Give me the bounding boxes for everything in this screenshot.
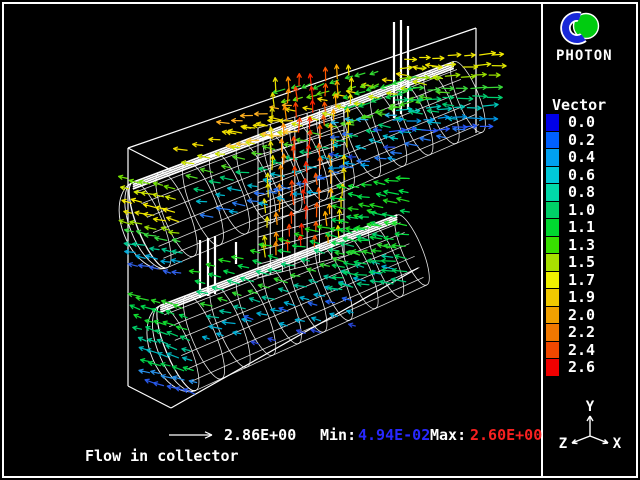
legend-value: 1.1 bbox=[568, 219, 595, 236]
legend-title: Vector bbox=[552, 96, 606, 114]
legend-swatch bbox=[546, 184, 559, 201]
legend-value: 1.0 bbox=[568, 202, 595, 219]
legend-swatch bbox=[546, 254, 559, 271]
legend-swatch bbox=[546, 167, 559, 184]
reference-arrow-icon bbox=[168, 429, 218, 441]
legend-value: 0.6 bbox=[568, 167, 595, 184]
axis-y-label: Y bbox=[586, 399, 595, 415]
legend-value: 1.9 bbox=[568, 289, 595, 306]
max-value: 2.60E+00 bbox=[470, 427, 542, 443]
axis-z-label: Z bbox=[559, 436, 567, 452]
legend-swatch bbox=[546, 237, 559, 254]
legend-value: 0.0 bbox=[568, 114, 595, 131]
legend-value: 1.3 bbox=[568, 237, 595, 254]
max-label: Max: bbox=[430, 427, 466, 443]
legend-row: 1.0 bbox=[546, 202, 595, 220]
legend-swatch bbox=[546, 359, 559, 376]
legend-value: 0.4 bbox=[568, 149, 595, 166]
legend-value: 2.6 bbox=[568, 359, 595, 376]
axis-triad-icon: Y Z X bbox=[548, 392, 632, 452]
legend-row: 1.1 bbox=[546, 219, 595, 237]
legend-swatch bbox=[546, 149, 559, 166]
legend-row: 0.4 bbox=[546, 149, 595, 167]
legend-swatch bbox=[546, 342, 559, 359]
vector-legend: 0.00.20.40.60.81.01.11.31.51.71.92.02.22… bbox=[546, 114, 595, 377]
legend-swatch bbox=[546, 307, 559, 324]
legend-value: 0.2 bbox=[568, 132, 595, 149]
legend-row: 1.9 bbox=[546, 289, 595, 307]
logo-label: PHOTON bbox=[556, 48, 613, 64]
reference-scale-value: 2.86E+00 bbox=[224, 427, 296, 443]
legend-value: 1.5 bbox=[568, 254, 595, 271]
legend-row: 0.6 bbox=[546, 167, 595, 185]
legend-swatch bbox=[546, 114, 559, 131]
legend-swatch bbox=[546, 324, 559, 341]
legend-row: 0.0 bbox=[546, 114, 595, 132]
legend-row: 2.0 bbox=[546, 307, 595, 325]
legend-value: 0.8 bbox=[568, 184, 595, 201]
photon-window: PHOTON Vector 0.00.20.40.60.81.01.11.31.… bbox=[0, 0, 640, 480]
legend-swatch bbox=[546, 202, 559, 219]
legend-swatch bbox=[546, 272, 559, 289]
legend-swatch bbox=[546, 289, 559, 306]
legend-swatch bbox=[546, 219, 559, 236]
legend-row: 2.4 bbox=[546, 342, 595, 360]
legend-swatch bbox=[546, 132, 559, 149]
axis-x-label: X bbox=[613, 436, 622, 452]
plot-caption: Flow in collector bbox=[85, 447, 239, 465]
photon-logo-icon bbox=[558, 8, 606, 48]
legend-row: 1.7 bbox=[546, 272, 595, 290]
legend-row: 1.5 bbox=[546, 254, 595, 272]
legend-row: 0.2 bbox=[546, 132, 595, 150]
legend-row: 2.2 bbox=[546, 324, 595, 342]
legend-row: 2.6 bbox=[546, 359, 595, 377]
min-label: Min: bbox=[320, 427, 356, 443]
legend-row: 1.3 bbox=[546, 237, 595, 255]
legend-row: 0.8 bbox=[546, 184, 595, 202]
min-value: 4.94E-02 bbox=[358, 427, 430, 443]
legend-value: 1.7 bbox=[568, 272, 595, 289]
panel-divider bbox=[541, 2, 543, 478]
legend-value: 2.2 bbox=[568, 324, 595, 341]
legend-value: 2.0 bbox=[568, 307, 595, 324]
legend-value: 2.4 bbox=[568, 342, 595, 359]
